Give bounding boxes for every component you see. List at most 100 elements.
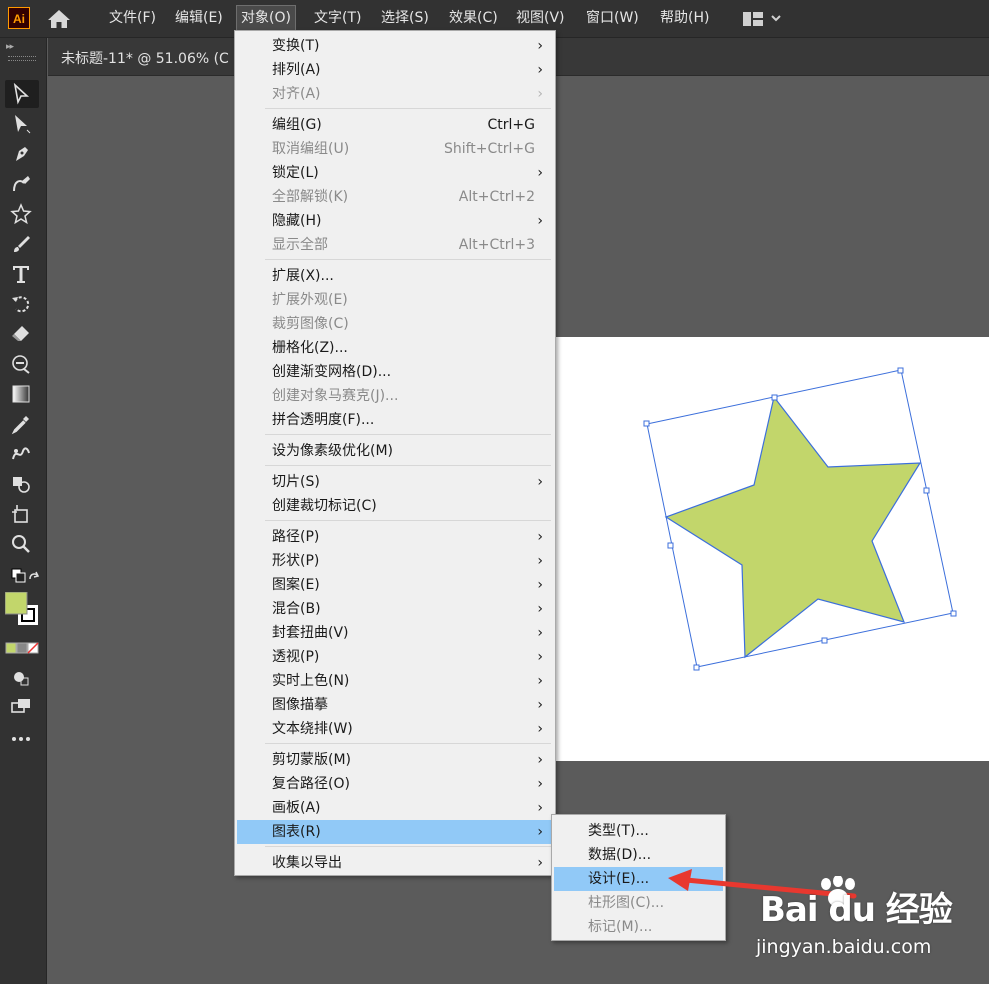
menu-separator — [265, 846, 551, 847]
menu-item-perspective[interactable]: 透视(P) › — [237, 645, 553, 669]
baidu-watermark: Bai du 经验 jingyan.baidu.com — [748, 874, 953, 964]
menu-item-graph[interactable]: 图表(R) › — [237, 820, 553, 844]
menu-item-collect-for-export[interactable]: 收集以导出 › — [237, 851, 553, 875]
more-tools-icon[interactable] — [5, 724, 39, 752]
chevron-down-icon — [771, 15, 781, 22]
menu-separator — [265, 108, 551, 109]
gradient-tool[interactable] — [5, 380, 39, 408]
panel-grip[interactable] — [8, 56, 36, 61]
eyedropper-tool[interactable] — [5, 410, 39, 438]
menu-item-group[interactable]: 编组(G) Ctrl+G — [237, 113, 553, 137]
shortcut: Shift+Ctrl+G — [443, 141, 535, 157]
menu-object[interactable]: 对象(O) — [236, 5, 296, 33]
menu-item-arrange[interactable]: 排列(A) › — [237, 58, 553, 82]
fill-swatch — [5, 592, 28, 615]
chevron-right-icon: › — [537, 649, 543, 665]
menu-item-artboards[interactable]: 画板(A) › — [237, 796, 553, 820]
menu-item-rasterize[interactable]: 栅格化(Z)... — [237, 336, 553, 360]
menu-item-expand-appearance: 扩展外观(E) — [272, 292, 348, 308]
object-menu: 变换(T) › 排列(A) › 对齐(A) › 编组(G) Ctrl+G 取消编组(U)… — [234, 30, 556, 876]
menu-item-lock[interactable]: 锁定(L) › — [237, 161, 553, 185]
menu-item-image-trace[interactable]: 图像描摹 › — [237, 693, 553, 717]
menu-item-text-wrap[interactable]: 文本绕排(W) › — [237, 717, 553, 741]
chevron-right-icon: › — [537, 601, 543, 617]
menu-separator — [265, 434, 551, 435]
menu-item-object-mosaic: 创建对象马赛克(J)... — [272, 388, 399, 404]
layout-icon — [743, 12, 751, 26]
menu-effect[interactable]: 效果(C) — [445, 5, 502, 31]
watermark-logo: Bai du 经验 — [760, 890, 953, 930]
chevron-right-icon: › — [537, 673, 543, 689]
menu-item-blend[interactable]: 混合(B) › — [237, 597, 553, 621]
submenu-item-type[interactable]: 类型(T)... — [554, 819, 723, 843]
color-mode-buttons[interactable] — [5, 640, 39, 660]
menu-help[interactable]: 帮助(H) — [656, 5, 713, 31]
menu-item-align: 对齐(A) › — [237, 82, 553, 106]
chevron-right-icon: › — [537, 529, 543, 545]
artboard-tool[interactable] — [5, 500, 39, 528]
fill-stroke-swatch[interactable] — [5, 592, 39, 636]
menu-view[interactable]: 视图(V) — [512, 5, 569, 31]
menu-item-shape[interactable]: 形状(P) › — [237, 549, 553, 573]
direct-selection-tool[interactable] — [5, 110, 39, 138]
menu-separator — [265, 259, 551, 260]
menu-item-pattern[interactable]: 图案(E) › — [237, 573, 553, 597]
screen-mode-icon[interactable] — [5, 692, 39, 720]
submenu-item-marker: 标记(M)... — [588, 919, 653, 935]
shape-builder-tool[interactable] — [5, 470, 39, 498]
menu-item-transform[interactable]: 变换(T) › — [237, 34, 553, 58]
menu-window[interactable]: 窗口(W) — [582, 5, 643, 31]
chevron-right-icon: › — [537, 800, 543, 816]
eraser-tool[interactable] — [5, 320, 39, 348]
menu-item-pixel-perfect[interactable]: 设为像素级优化(M) — [237, 439, 553, 463]
zoom-tool[interactable] — [5, 530, 39, 558]
type-tool[interactable] — [5, 260, 39, 288]
drawing-mode-icon[interactable] — [5, 664, 39, 692]
chevron-right-icon: › — [537, 752, 543, 768]
selection-tool[interactable] — [5, 80, 39, 108]
menu-item-live-paint[interactable]: 实时上色(N) › — [237, 669, 553, 693]
curvature-tool[interactable] — [5, 170, 39, 198]
rotate-tool[interactable] — [5, 290, 39, 318]
chevron-right-icon: › — [537, 474, 543, 490]
watermark-url: jingyan.baidu.com — [756, 936, 932, 958]
menu-item-clipping-mask[interactable]: 剪切蒙版(M) › — [237, 748, 553, 772]
menu-item-slice[interactable]: 切片(S) › — [237, 470, 553, 494]
chevron-right-icon: › — [537, 38, 543, 54]
chevron-right-icon: › — [537, 697, 543, 713]
menu-edit[interactable]: 编辑(E) — [171, 5, 227, 31]
workspace-switcher[interactable] — [742, 9, 788, 29]
home-icon[interactable] — [46, 8, 72, 30]
menu-item-compound-path[interactable]: 复合路径(O) › — [237, 772, 553, 796]
menu-type[interactable]: 文字(T) — [310, 5, 365, 31]
pen-tool[interactable] — [5, 140, 39, 168]
width-tool[interactable] — [5, 350, 39, 378]
menu-item-hide[interactable]: 隐藏(H) › — [237, 209, 553, 233]
paintbrush-tool[interactable] — [5, 230, 39, 258]
default-fill-stroke-icon[interactable] — [5, 564, 40, 592]
menu-file[interactable]: 文件(F) — [105, 5, 160, 31]
chevron-right-icon: › — [537, 625, 543, 641]
menu-item-crop-marks[interactable]: 创建裁切标记(C) — [237, 494, 553, 518]
chevron-right-icon: › — [537, 824, 543, 840]
menu-item-show-all: 显示全部 Alt+Ctrl+3 — [237, 233, 553, 257]
chevron-right-icon: › — [537, 553, 543, 569]
chevron-right-icon: › — [537, 62, 543, 78]
star-shape — [664, 395, 922, 659]
chevron-right-icon: › — [537, 577, 543, 593]
menu-item-path[interactable]: 路径(P) › — [237, 525, 553, 549]
chevron-right-icon: › — [537, 165, 543, 181]
canvas-artwork[interactable] — [556, 337, 989, 761]
menu-item-expand[interactable]: 扩展(X)... — [237, 264, 553, 288]
chevron-right-icon: › — [537, 855, 543, 871]
menu-item-gradient-mesh[interactable]: 创建渐变网格(D)... — [237, 360, 553, 384]
blend-tool[interactable] — [5, 440, 39, 468]
collapse-icon[interactable]: ▸▸ — [6, 42, 14, 52]
shortcut: Alt+Ctrl+2 — [458, 189, 535, 205]
chevron-right-icon: › — [537, 213, 543, 229]
menu-item-ungroup: 取消编组(U) Shift+Ctrl+G — [237, 137, 553, 161]
menu-item-flatten-transparency[interactable]: 拼合透明度(F)... — [237, 408, 553, 432]
star-tool[interactable] — [5, 200, 39, 228]
menu-select[interactable]: 选择(S) — [377, 5, 433, 31]
menu-item-envelope-distort[interactable]: 封套扭曲(V) › — [237, 621, 553, 645]
